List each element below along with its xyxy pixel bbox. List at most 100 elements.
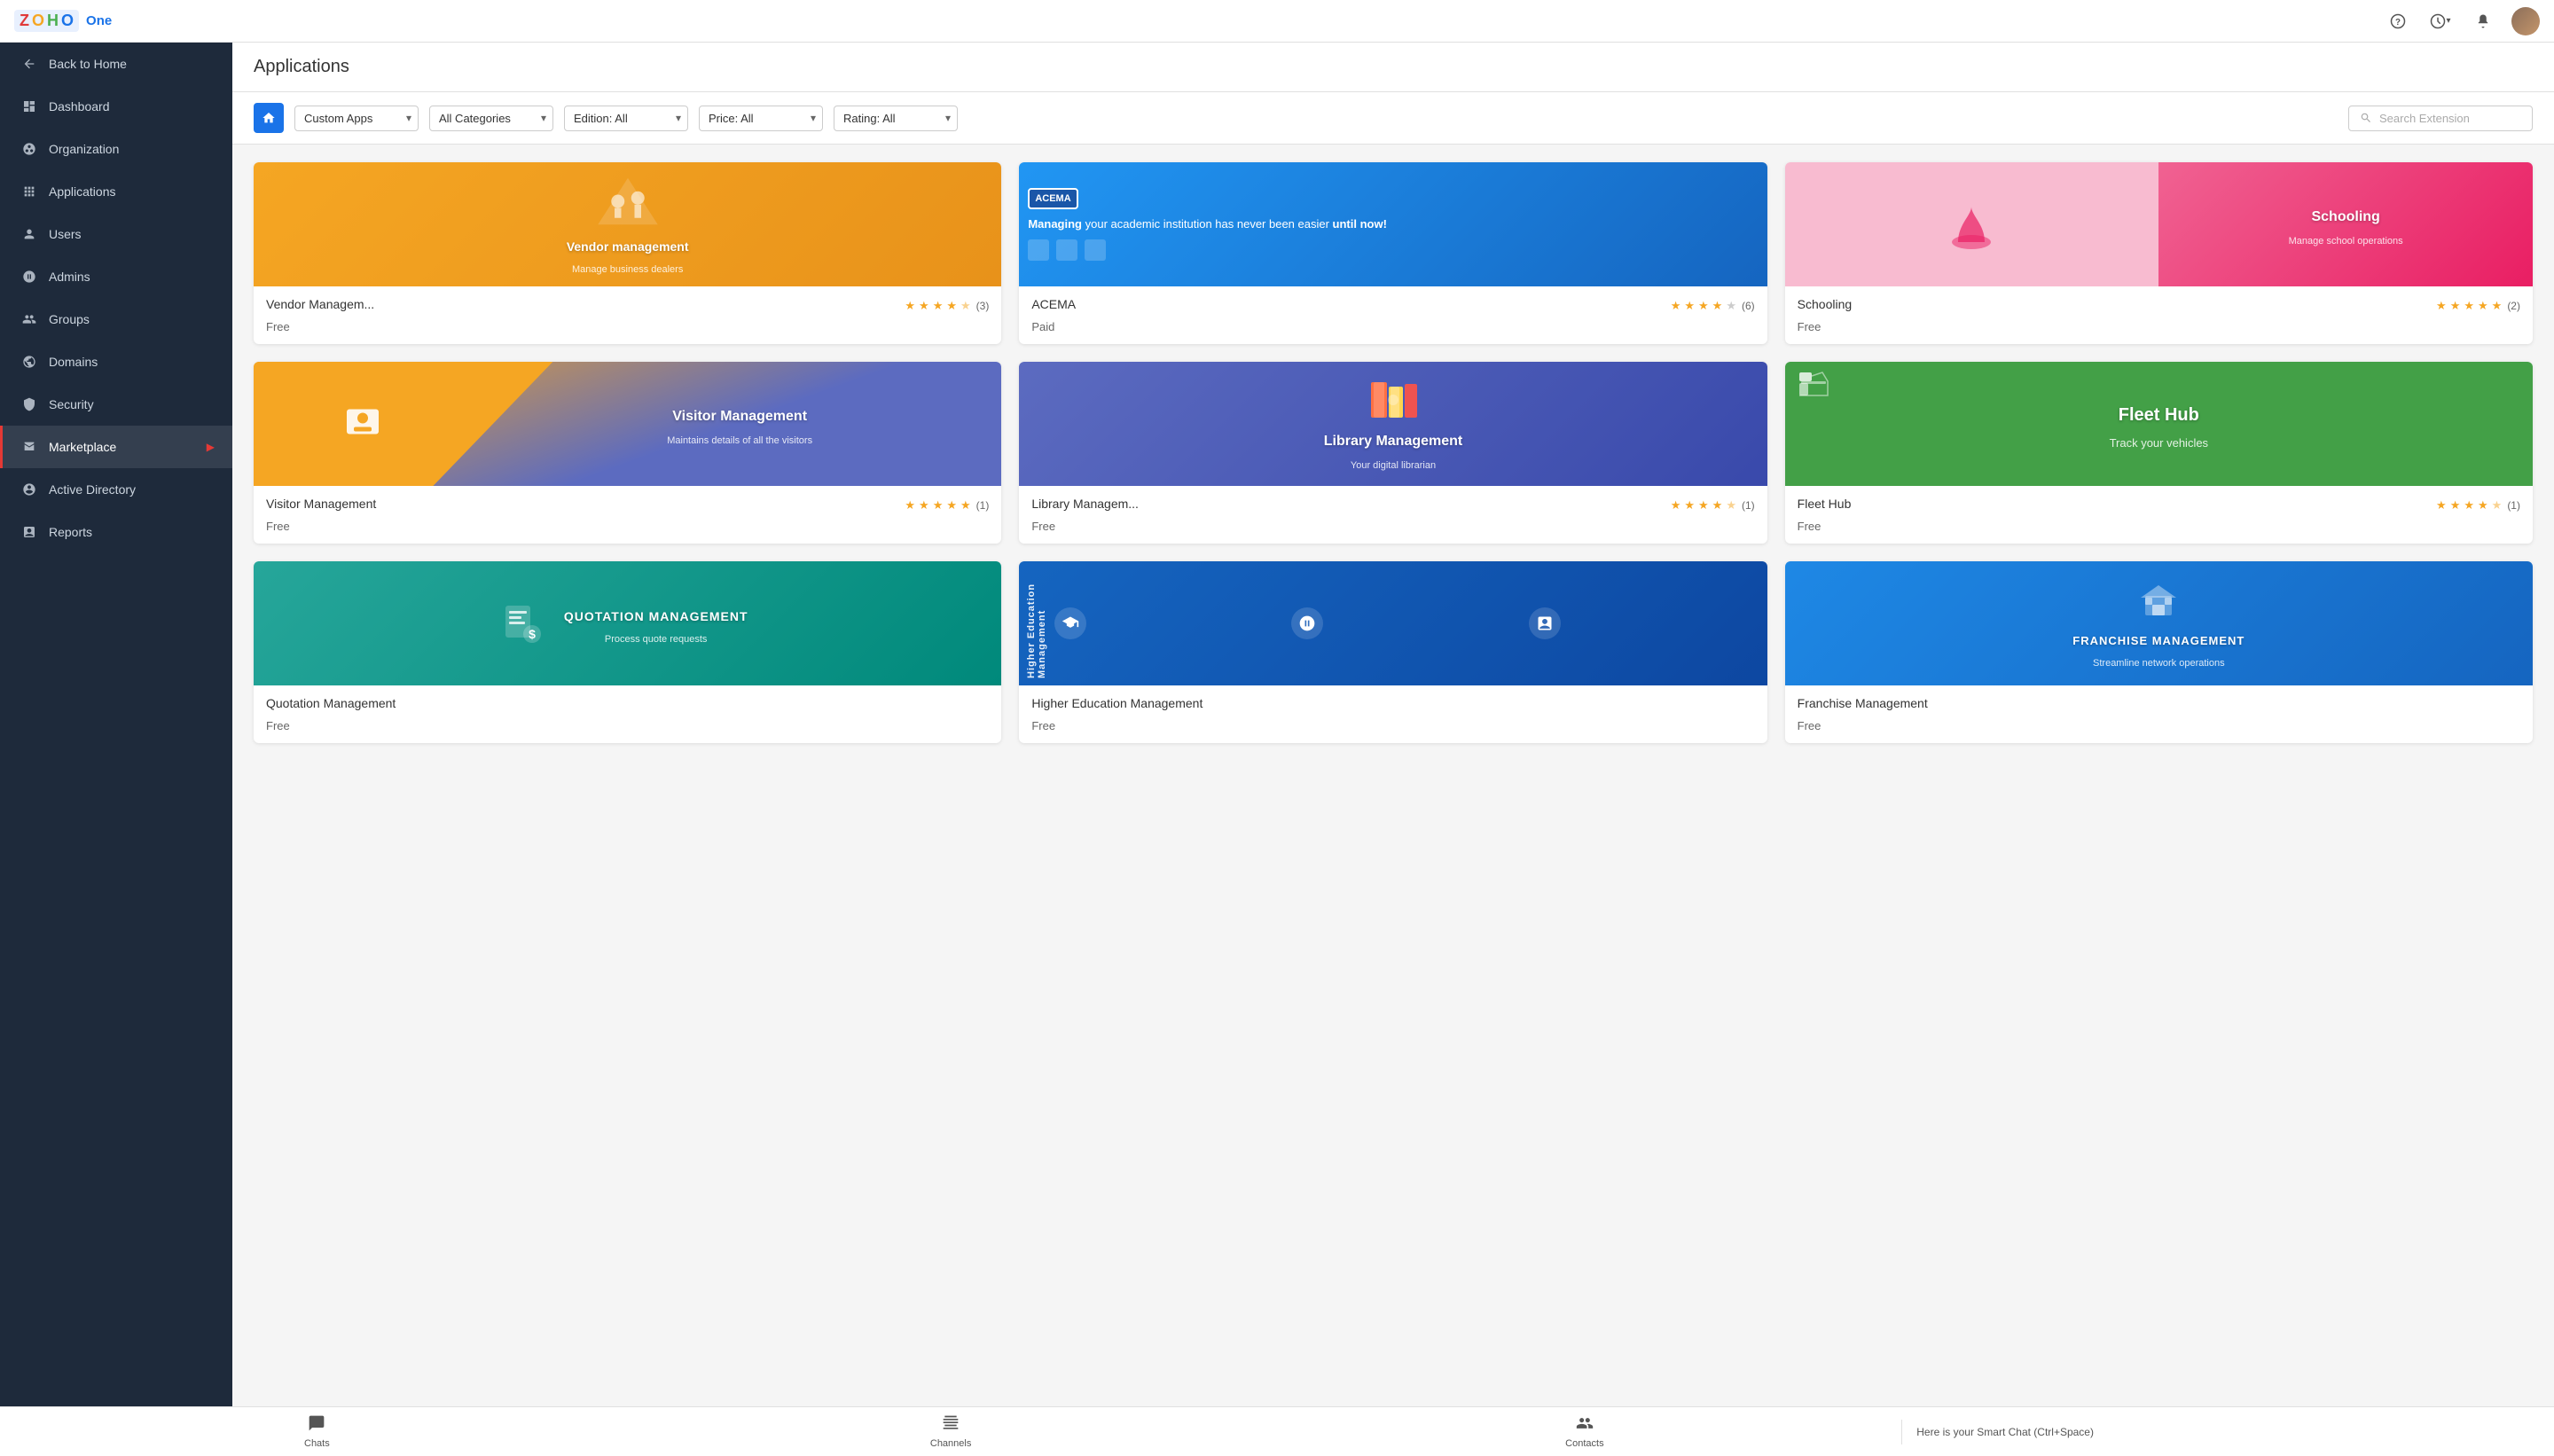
app-image-visitor: Visitor Management Maintains details of … (254, 362, 1001, 486)
app-card-quotation-management[interactable]: $ QUOTATION MANAGEMENT Process quote req… (254, 561, 1001, 743)
sidebar-item-admins[interactable]: Admins (0, 255, 232, 298)
bell-icon[interactable] (2469, 7, 2497, 35)
edition-select[interactable]: Edition: All (564, 106, 688, 131)
sidebar-item-dashboard[interactable]: Dashboard (0, 85, 232, 128)
sidebar-item-reports[interactable]: Reports (0, 511, 232, 553)
admins-icon (20, 268, 38, 286)
app-name: Schooling (1798, 297, 1853, 311)
edition-select-wrapper: Edition: All (564, 106, 688, 131)
app-card-higher-education[interactable]: Higher Education Management (1019, 561, 1767, 743)
admins-label: Admins (49, 270, 90, 284)
app-name: Fleet Hub (1798, 497, 1852, 511)
domains-label: Domains (49, 355, 98, 369)
app-image-library: Library Management Your digital libraria… (1019, 362, 1767, 486)
dashboard-icon (20, 98, 38, 115)
rating-select-wrapper: Rating: All (834, 106, 958, 131)
channels-label: Channels (930, 1438, 971, 1449)
search-input[interactable] (2379, 112, 2521, 125)
app-info-library: Library Managem... ★★★★★ (1) Free (1019, 486, 1767, 544)
rating-select[interactable]: Rating: All (834, 106, 958, 131)
back-home-label: Back to Home (49, 57, 127, 71)
app-info-visitor: Visitor Management ★★★★★ (1) Free (254, 486, 1001, 544)
marketplace-icon (20, 438, 38, 456)
app-card-schooling[interactable]: Schooling Manage school operations Schoo… (1785, 162, 2533, 344)
app-name: Higher Education Management (1031, 696, 1203, 710)
sidebar-item-domains[interactable]: Domains (0, 341, 232, 383)
app-rating: ★★★★★ (1) (1671, 498, 1755, 513)
app-info-schooling: Schooling ★★★★★ (2) Free (1785, 286, 2533, 344)
recent-icon[interactable]: ▾ (2426, 7, 2455, 35)
app-name: Library Managem... (1031, 497, 1139, 511)
smart-chat-bar[interactable]: Here is your Smart Chat (Ctrl+Space) (1901, 1420, 2554, 1444)
marketplace-label: Marketplace (49, 440, 116, 454)
users-icon (20, 225, 38, 243)
app-name: Franchise Management (1798, 696, 1928, 710)
apps-icon (20, 183, 38, 200)
app-card-vendor-management[interactable]: Vendor management Manage business dealer… (254, 162, 1001, 344)
filter-bar: Custom Apps All Categories Edition: All … (232, 92, 2554, 145)
custom-apps-select[interactable]: Custom Apps (294, 106, 419, 131)
sidebar-item-groups[interactable]: Groups (0, 298, 232, 341)
custom-apps-select-wrapper: Custom Apps (294, 106, 419, 131)
categories-select[interactable]: All Categories (429, 106, 553, 131)
app-rating: ★★★★★ (2) (2436, 299, 2520, 313)
app-price: Free (1798, 719, 2520, 732)
security-label: Security (49, 397, 94, 411)
reports-label: Reports (49, 525, 92, 539)
domains-icon (20, 353, 38, 371)
sidebar-item-organization[interactable]: Organization (0, 128, 232, 170)
app-image-fleet: Fleet Hub Track your vehicles (1785, 362, 2533, 486)
groups-label: Groups (49, 312, 90, 326)
app-price: Free (1031, 520, 1754, 533)
bottom-bar-contacts[interactable]: Contacts (1268, 1409, 1902, 1454)
arrow-left-icon (20, 55, 38, 73)
app-image-acema: ACEMA Managing your academic institution… (1019, 162, 1767, 286)
security-icon (20, 395, 38, 413)
users-label: Users (49, 227, 82, 241)
reports-icon (20, 523, 38, 541)
product-name: One (86, 13, 112, 28)
smart-chat-text: Here is your Smart Chat (Ctrl+Space) (1916, 1426, 2094, 1438)
app-price: Free (1798, 520, 2520, 533)
sidebar-item-users[interactable]: Users (0, 213, 232, 255)
help-icon[interactable]: ? (2384, 7, 2412, 35)
sidebar-item-back-home[interactable]: Back to Home (0, 43, 232, 85)
user-avatar[interactable] (2511, 7, 2540, 35)
sidebar-item-active-directory[interactable]: Active Directory (0, 468, 232, 511)
app-info-fleet: Fleet Hub ★★★★★ (1) Free (1785, 486, 2533, 544)
marketplace-arrow: ▶ (207, 441, 215, 453)
app-card-franchise-management[interactable]: FRANCHISE MANAGEMENT Streamline network … (1785, 561, 2533, 743)
app-name: ACEMA (1031, 297, 1076, 311)
sidebar-item-applications[interactable]: Applications (0, 170, 232, 213)
app-price: Paid (1031, 320, 1754, 333)
zoho-logo[interactable]: ZOHO (14, 10, 79, 32)
categories-select-wrapper: All Categories (429, 106, 553, 131)
app-card-library-management[interactable]: Library Management Your digital libraria… (1019, 362, 1767, 544)
bottom-bar-channels[interactable]: Channels (634, 1409, 1268, 1454)
app-rating: ★★★★★ (6) (1671, 299, 1755, 313)
app-card-visitor-management[interactable]: Visitor Management Maintains details of … (254, 362, 1001, 544)
sidebar-item-marketplace[interactable]: Marketplace ▶ (0, 426, 232, 468)
active-directory-label: Active Directory (49, 482, 136, 497)
app-price: Free (1031, 719, 1754, 732)
app-info-quotation: Quotation Management Free (254, 685, 1001, 743)
app-rating: ★★★★★ (1) (905, 498, 989, 513)
sidebar-item-security[interactable]: Security (0, 383, 232, 426)
svg-text:$: $ (529, 627, 536, 641)
app-price: Free (266, 520, 989, 533)
app-card-acema[interactable]: ACEMA Managing your academic institution… (1019, 162, 1767, 344)
app-price: Free (1798, 320, 2520, 333)
app-info-higher: Higher Education Management Free (1019, 685, 1767, 743)
bottom-bar: Chats Channels Contacts Here is your Sma… (0, 1406, 2554, 1456)
home-button[interactable] (254, 103, 284, 133)
app-price: Free (266, 320, 989, 333)
contacts-label: Contacts (1565, 1438, 1603, 1449)
bottom-bar-chats[interactable]: Chats (0, 1409, 634, 1454)
channels-icon (942, 1414, 960, 1436)
price-select[interactable]: Price: All (699, 106, 823, 131)
app-info-franchise: Franchise Management Free (1785, 685, 2533, 743)
logo-area: ZOHO One (14, 10, 112, 32)
app-card-fleet-hub[interactable]: Fleet Hub Track your vehicles Fleet Hub … (1785, 362, 2533, 544)
app-info-acema: ACEMA ★★★★★ (6) Paid (1019, 286, 1767, 344)
chat-icon (308, 1414, 325, 1436)
